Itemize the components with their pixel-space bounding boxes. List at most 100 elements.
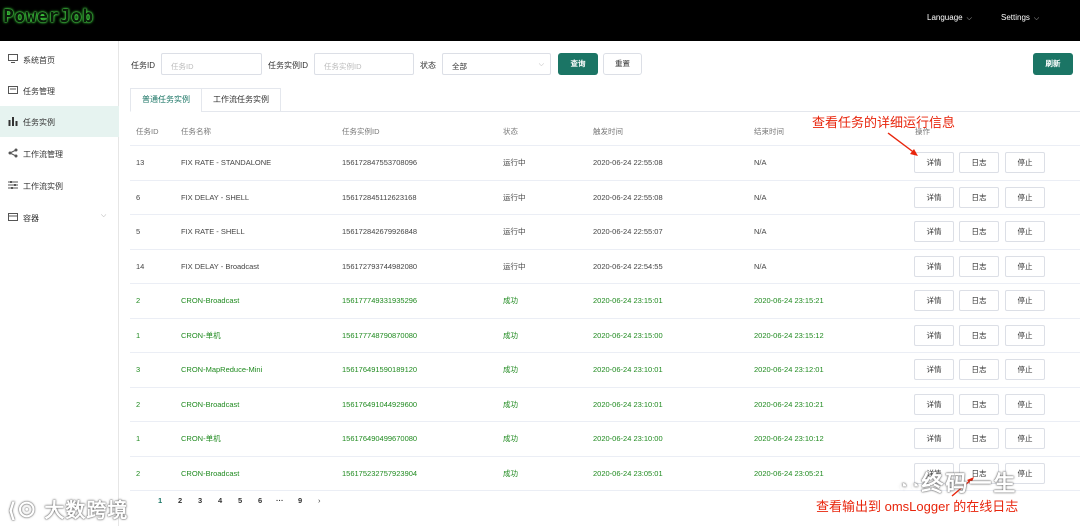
log-button[interactable]: 日志 [959, 152, 999, 173]
chevron-down-icon: ⌵ [966, 15, 972, 22]
stop-button[interactable]: 停止 [1005, 290, 1045, 311]
page-button[interactable]: 9 [298, 496, 302, 505]
table-row: 13 FIX RATE - STANDALONE 15617284755370809… [130, 146, 1080, 181]
stop-button[interactable]: 停止 [1005, 152, 1045, 173]
cell-task-id: 5 [136, 227, 141, 236]
page-button[interactable]: 3 [198, 496, 202, 505]
cell-instance-id: 156175232757923904 [342, 468, 418, 478]
page-ellipsis[interactable]: ··· [276, 496, 284, 505]
log-button[interactable]: 日志 [959, 324, 999, 346]
tab-normal-instances[interactable]: 普通任务实例 [130, 88, 202, 112]
powerjob-logo[interactable]: PowerJob [3, 6, 94, 27]
table-row: 2 CRON-Broadcast 156177749331935296 成功 2020-… [130, 284, 1080, 319]
language-dropdown[interactable]: Language ⌵ [927, 13, 972, 23]
cell-task-id: 6 [136, 192, 141, 202]
log-button[interactable]: 日志 [959, 428, 999, 449]
page-button[interactable]: 1 [158, 496, 162, 505]
log-button[interactable]: 日志 [959, 255, 999, 277]
settings-label: Settings [1001, 13, 1030, 22]
status-label: 状态 [420, 61, 436, 70]
sidebar-item-workflow-management[interactable]: 工作流管理 [0, 138, 119, 169]
cell-end-time: 2020-06-24 23:12:01 [754, 365, 824, 374]
cell-task-name: FIX RATE - SHELL [181, 227, 245, 236]
sidebar-item-containers[interactable]: 容器 ⌵ [0, 202, 119, 233]
chevron-down-icon: ⌵ [101, 212, 107, 219]
cell-end-time: 2020-06-24 23:15:12 [754, 330, 824, 340]
detail-button[interactable]: 详情 [914, 290, 954, 311]
cell-status: 成功 [503, 330, 518, 340]
cell-instance-id: 156172842679926848 [342, 227, 418, 236]
cell-end-time: N/A [754, 227, 767, 236]
cell-task-name: CRON-单机 [181, 330, 221, 340]
log-button[interactable]: 日志 [959, 186, 999, 208]
cell-instance-id: 156176491590189120 [342, 365, 418, 374]
cell-end-time: 2020-06-24 23:05:21 [754, 468, 824, 478]
cell-task-id: 2 [136, 399, 141, 409]
cell-task-name: CRON-Broadcast [181, 468, 240, 478]
instance-id-label: 任务实例ID [268, 61, 308, 70]
cell-status: 运行中 [503, 261, 526, 271]
detail-button[interactable]: 详情 [914, 324, 954, 346]
settings-dropdown[interactable]: Settings ⌵ [1001, 13, 1039, 23]
task-icon [8, 85, 18, 97]
cell-trigger-time: 2020-06-24 23:15:00 [593, 330, 663, 340]
page-button[interactable]: 2 [178, 496, 182, 505]
detail-button[interactable]: 详情 [914, 428, 954, 449]
watermark-logo: ◔◔终码一生 [898, 466, 1017, 498]
sidebar-item-home[interactable]: 系统首页 [0, 44, 119, 75]
cell-end-time: N/A [754, 192, 767, 202]
sidebar-item-label: 系统首页 [23, 56, 55, 65]
watermark-symbol-icon: ⟨⊙ [8, 500, 38, 522]
tab-workflow-instances[interactable]: 工作流任务实例 [201, 88, 281, 112]
stop-button[interactable]: 停止 [1005, 359, 1045, 380]
status-select[interactable]: 全部 ⌵ [442, 53, 551, 75]
stop-button[interactable]: 停止 [1005, 393, 1045, 415]
table-row: 6 FIX DELAY - SHELL 156172845112623168 运行中 2… [130, 181, 1080, 215]
stop-button[interactable]: 停止 [1005, 255, 1045, 277]
log-button[interactable]: 日志 [959, 290, 999, 311]
cell-trigger-time: 2020-06-24 22:55:08 [593, 192, 663, 202]
cell-status: 成功 [503, 296, 518, 305]
page-button[interactable]: 5 [238, 496, 242, 505]
detail-button[interactable]: 详情 [914, 393, 954, 415]
page-button[interactable]: 6 [258, 496, 262, 505]
share-icon [8, 148, 18, 160]
log-button[interactable]: 日志 [959, 393, 999, 415]
detail-button[interactable]: 详情 [914, 186, 954, 208]
sidebar-item-task-management[interactable]: 任务管理 [0, 75, 119, 106]
stop-button[interactable]: 停止 [1005, 324, 1045, 346]
cell-trigger-time: 2020-06-24 23:10:00 [593, 434, 663, 443]
cell-end-time: N/A [754, 261, 767, 271]
cell-end-time: 2020-06-24 23:10:21 [754, 399, 824, 409]
query-button[interactable]: 查询 [558, 53, 598, 75]
log-button[interactable]: 日志 [959, 221, 999, 242]
cell-task-id: 2 [136, 468, 141, 478]
chevron-down-icon: ⌵ [1033, 15, 1040, 22]
log-button[interactable]: 日志 [959, 359, 999, 380]
stop-button[interactable]: 停止 [1005, 186, 1045, 208]
log-annotation: 查看输出到 omsLogger 的在线日志 [816, 499, 1019, 514]
page-button[interactable]: 4 [218, 496, 222, 505]
stop-button[interactable]: 停止 [1005, 221, 1045, 242]
cell-trigger-time: 2020-06-24 22:55:08 [593, 158, 663, 167]
container-icon [8, 212, 18, 224]
cell-trigger-time: 2020-06-24 23:15:01 [593, 296, 663, 305]
cell-trigger-time: 2020-06-24 22:55:07 [593, 227, 663, 236]
detail-button[interactable]: 详情 [914, 221, 954, 242]
sidebar: 系统首页 任务管理 任务实例 工作流管理 工作流实例 容器 ⌵ [0, 41, 119, 526]
detail-button[interactable]: 详情 [914, 255, 954, 277]
bar-chart-icon [8, 116, 18, 128]
cell-task-name: CRON-Broadcast [181, 399, 240, 409]
cell-instance-id: 156177749331935296 [342, 296, 418, 305]
detail-button[interactable]: 详情 [914, 359, 954, 380]
instance-id-input[interactable]: 任务实例ID [314, 53, 414, 75]
task-id-input[interactable]: 任务ID [161, 53, 262, 75]
sidebar-item-task-instances[interactable]: 任务实例 [0, 106, 119, 137]
watermark-text: 大数跨境 [44, 500, 129, 522]
chevron-right-icon[interactable]: › [318, 496, 321, 505]
cell-task-name: CRON-Broadcast [181, 296, 240, 305]
stop-button[interactable]: 停止 [1005, 428, 1045, 449]
reset-button[interactable]: 重置 [603, 53, 642, 75]
sidebar-item-workflow-instances[interactable]: 工作流实例 [0, 170, 119, 201]
refresh-button[interactable]: 刷新 [1033, 53, 1073, 75]
